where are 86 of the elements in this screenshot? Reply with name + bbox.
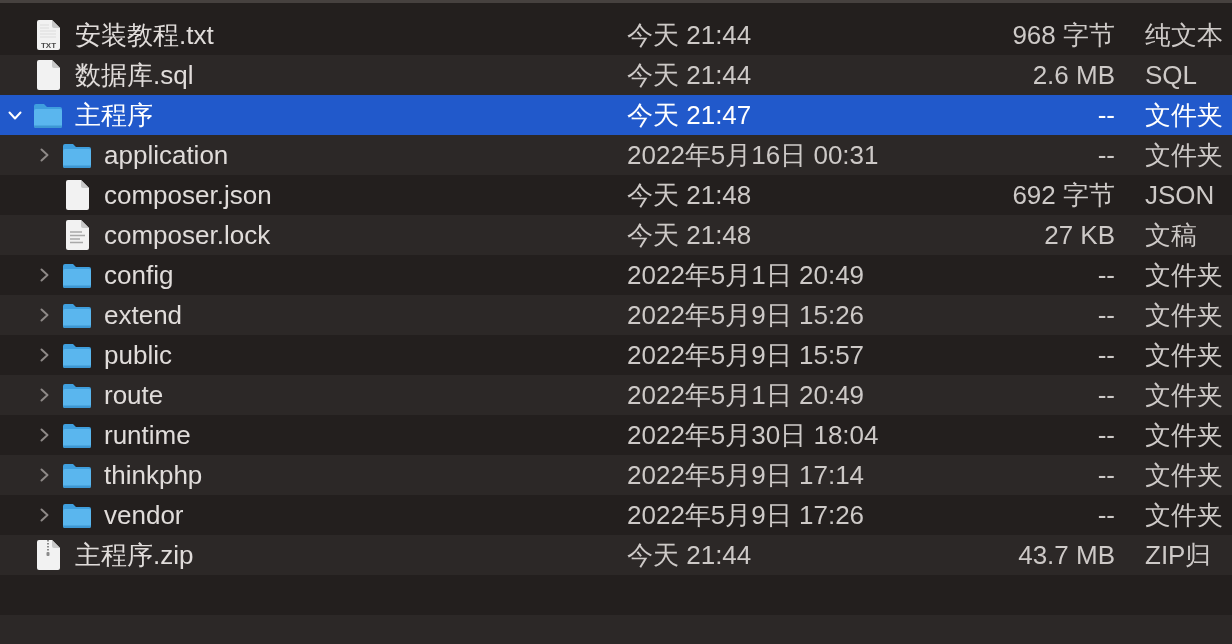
file-row[interactable]: runtime 2022年5月30日 18:04 -- 文件夹 [0,415,1232,455]
file-size: -- [1097,102,1115,128]
modified-date: 今天 21:44 [627,62,752,88]
chevron-right-icon[interactable] [39,468,49,482]
file-kind: 纯文本 [1145,22,1223,48]
file-name: vendor [104,502,184,528]
file-kind: ZIP归 [1145,542,1212,568]
modified-date: 2022年5月9日 17:26 [627,502,865,528]
document-icon [65,180,89,210]
file-name: 主程序 [75,102,153,128]
file-kind: 文件夹 [1145,142,1223,168]
file-kind: JSON [1145,182,1215,208]
modified-date: 今天 21:48 [627,182,752,208]
file-kind: 文件夹 [1145,462,1223,488]
chevron-right-icon[interactable] [39,148,49,162]
folder-icon [63,342,91,368]
file-row[interactable]: 主程序 今天 21:47 -- 文件夹 [0,95,1232,135]
folder-icon [63,262,91,288]
folder-icon [63,302,91,328]
file-row[interactable]: composer.json 今天 21:48 692 字节 JSON [0,175,1232,215]
modified-date: 2022年5月9日 15:57 [627,342,865,368]
chevron-right-icon[interactable] [39,388,49,402]
file-name: public [104,342,172,368]
file-name: config [104,262,174,288]
modified-date: 今天 21:48 [627,222,752,248]
file-row[interactable]: public 2022年5月9日 15:57 -- 文件夹 [0,335,1232,375]
file-row[interactable]: config 2022年5月1日 20:49 -- 文件夹 [0,255,1232,295]
modified-date: 2022年5月9日 17:14 [627,462,865,488]
modified-date: 2022年5月1日 20:49 [627,262,865,288]
folder-icon [63,422,91,448]
folder-icon [63,382,91,408]
modified-date: 2022年5月1日 20:49 [627,382,865,408]
modified-date: 今天 21:44 [627,542,752,568]
modified-date: 2022年5月9日 15:26 [627,302,865,328]
file-size: -- [1097,142,1115,168]
file-kind: 文件夹 [1145,422,1223,448]
file-kind: 文件夹 [1145,502,1223,528]
file-size: -- [1097,422,1115,448]
file-name: 主程序.zip [75,542,194,568]
file-size: 43.7 MB [1018,542,1115,568]
file-kind: 文稿 [1145,222,1197,248]
text-document-icon [65,220,89,250]
chevron-right-icon[interactable] [39,348,49,362]
file-name: composer.lock [104,222,271,248]
file-row[interactable]: TXT 安装教程.txt 今天 21:44 968 字节 纯文本 [0,15,1232,55]
modified-date: 2022年5月16日 00:31 [627,142,879,168]
file-name: runtime [104,422,191,448]
modified-date: 2022年5月30日 18:04 [627,422,879,448]
chevron-right-icon[interactable] [39,508,49,522]
chevron-down-icon[interactable] [8,110,22,120]
folder-icon [63,462,91,488]
file-size: 968 字节 [1012,22,1115,48]
file-name: 数据库.sql [75,62,194,88]
file-kind: 文件夹 [1145,302,1223,328]
file-kind: 文件夹 [1145,262,1223,288]
folder-icon [34,102,62,128]
file-size: -- [1097,502,1115,528]
file-kind: 文件夹 [1145,102,1223,128]
file-size: 692 字节 [1012,182,1115,208]
file-row[interactable]: vendor 2022年5月9日 17:26 -- 文件夹 [0,495,1232,535]
modified-date: 今天 21:47 [627,102,752,128]
folder-icon [63,502,91,528]
zip-file-icon [36,540,60,570]
modified-date: 今天 21:44 [627,22,752,48]
file-size: -- [1097,342,1115,368]
text-document-icon: TXT [36,20,60,50]
file-name: 安装教程.txt [75,22,214,48]
file-size: -- [1097,382,1115,408]
file-kind: 文件夹 [1145,382,1223,408]
file-name: composer.json [104,182,272,208]
file-size: 27 KB [1044,222,1115,248]
file-size: -- [1097,462,1115,488]
file-name: extend [104,302,183,328]
chevron-right-icon[interactable] [39,268,49,282]
document-icon [36,60,60,90]
file-size: -- [1097,262,1115,288]
file-name: route [104,382,164,408]
file-name: application [104,142,229,168]
file-kind: SQL [1145,62,1198,88]
file-size: -- [1097,302,1115,328]
chevron-right-icon[interactable] [39,428,49,442]
file-name: thinkphp [104,462,203,488]
chevron-right-icon[interactable] [39,308,49,322]
file-kind: 文件夹 [1145,342,1223,368]
file-size: 2.6 MB [1032,62,1115,88]
folder-icon [63,142,91,168]
